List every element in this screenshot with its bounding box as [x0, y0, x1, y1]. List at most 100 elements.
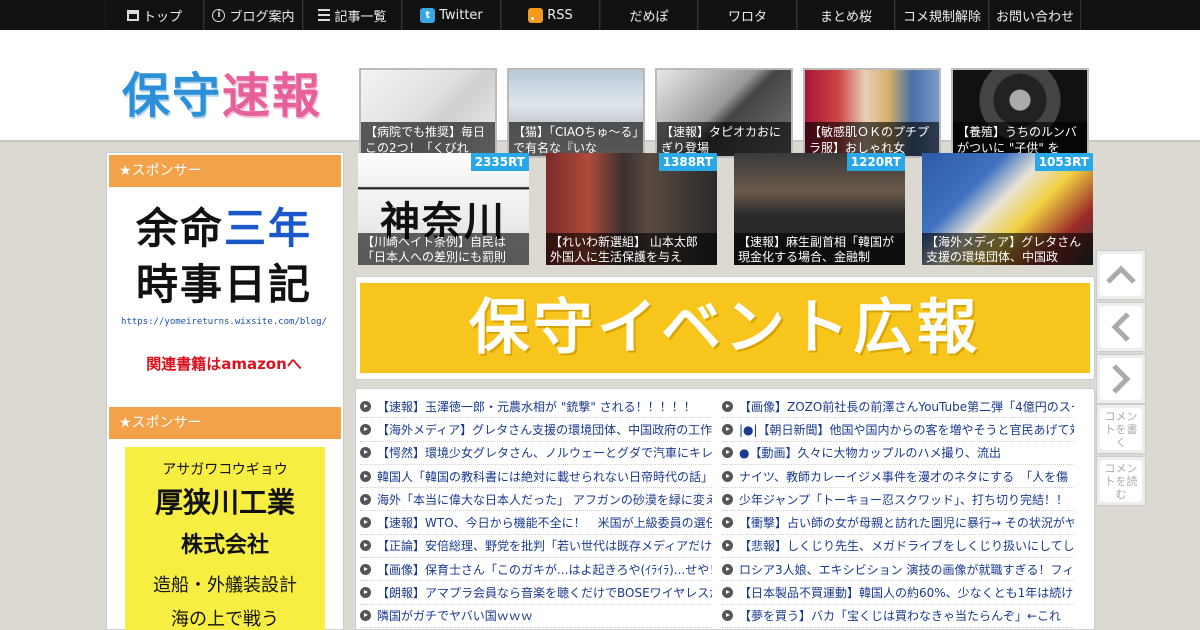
twitter-icon: t	[420, 7, 436, 23]
nav-label: Twitter	[439, 7, 483, 23]
nav-item-warota[interactable]: ワロタ	[698, 0, 797, 30]
sponsor-ad-yomei[interactable]: 余命三年 時事日記 https://yomeireturns.wixsite.c…	[119, 201, 329, 374]
next-article-button[interactable]	[1096, 354, 1146, 404]
news-row[interactable]: 【衝撃】占い師の女が母親と訪れた園児に暴行→ その状況がヤ	[722, 511, 1074, 535]
thumb-caption: 【猫】「CIAOちゅ〜る」で有名な『いな	[509, 122, 643, 156]
news-link[interactable]: 【愕然】環境少女グレタさん、ノルウェーとグダで汽車にキレるｗ	[377, 444, 712, 461]
thumb-caption: 【養殖】うちのルンバがついに "子供" を	[953, 122, 1087, 156]
nav-item-contact[interactable]: お問い合わせ	[989, 0, 1081, 30]
bullet-arrow-icon	[360, 447, 371, 459]
bullet-arrow-icon	[722, 540, 733, 552]
nav-item-comment-unblock[interactable]: コメ規制解除	[895, 0, 989, 30]
read-comment-button[interactable]: コメントを読む	[1096, 456, 1146, 506]
nav-item-twitter[interactable]: t Twitter	[402, 0, 501, 30]
ad-slogan: 海の上で戦う	[171, 609, 279, 630]
nav-item-blog-guide[interactable]: i ブログ案内	[204, 0, 303, 30]
prev-article-button[interactable]	[1096, 302, 1146, 352]
news-row[interactable]: 海外「本当に偉大な日本人だった」 アフガンの砂漠を緑に変え	[360, 488, 712, 512]
bullet-arrow-icon	[360, 563, 371, 575]
news-link[interactable]: ロシア3人娘、エキシビション 演技の画像が就職すぎる！フィ	[739, 561, 1074, 578]
news-link[interactable]: 【夢を買う】バカ「宝くじは買わなきゃ当たらんぞ」←これ	[739, 607, 1061, 624]
bullet-arrow-icon	[722, 610, 733, 622]
news-row[interactable]: 【悲報】しくじり先生、メガドライブをしくじり扱いにしてし	[722, 535, 1074, 559]
news-row[interactable]: |●|【朝日新聞】他国や国内からの客を増やそうと官民あげて対	[722, 418, 1074, 442]
ad-amazon-link[interactable]: 関連書籍はamazonへ	[119, 353, 329, 374]
news-link[interactable]: 韓国人「韓国の教科書には絶対に載せられない日帝時代の話」	[377, 468, 712, 485]
news-row[interactable]: ナイツ、教師カレーイジメ事件を漫才のネタにする 「人を傷	[722, 465, 1074, 489]
news-row[interactable]: 【画像】保育士さん「このガキが...はよ起きろや(ｲﾗｲﾗ)...せや！	[360, 558, 712, 582]
write-comment-button[interactable]: コメントを書く	[1096, 404, 1146, 454]
header-thumb[interactable]: 【病院でも推奨】毎日この2つ！「くびれ	[359, 68, 497, 158]
news-row[interactable]: 【海外メディア】グレタさん支援の環境団体、中国政府の工作	[360, 418, 712, 442]
news-link[interactable]: 【海外メディア】グレタさん支援の環境団体、中国政府の工作	[377, 421, 712, 438]
ad-title-part: 三年	[224, 204, 313, 253]
thumb-caption: 【速報】タピオカおにぎり登場	[657, 122, 791, 156]
right-chevron-icon	[1100, 358, 1142, 400]
news-row[interactable]: ロシア3人娘、エキシビション 演技の画像が就職すぎる！フィ	[722, 558, 1074, 582]
event-banner[interactable]: 保守イベント広報	[360, 283, 1090, 373]
site-logo[interactable]: 保守速報	[122, 56, 322, 126]
news-row[interactable]: 【朗報】アマプラ会員なら音楽を聴くだけでBOSEワイヤレスが	[360, 581, 712, 605]
ad-service: 造船・外艤装設計	[153, 575, 297, 596]
news-link[interactable]: 【速報】玉澤徳一郎・元農水相が "銃撃" される！！！！！	[377, 398, 696, 415]
nav-label: まとめ桜	[819, 9, 872, 25]
news-row[interactable]: 隣国がガチでヤバい国ｗｗｗ	[360, 605, 712, 628]
featured-article[interactable]: 神奈川 2335RT 【川崎ヘイト条例】自民は「日本人への差別にも罰則	[358, 153, 529, 265]
featured-article[interactable]: 1220RT 【速報】麻生副首相「韓国が現金化する場合、金融制	[734, 153, 905, 265]
featured-article[interactable]: 1388RT 【れいわ新選組】 山本太郎 外国人に生活保護を与え	[546, 153, 717, 265]
news-link[interactable]: 【朗報】アマプラ会員なら音楽を聴くだけでBOSEワイヤレスが	[377, 584, 712, 601]
ad-title-line2: 時事日記	[135, 260, 312, 309]
news-link[interactable]: 【日本製品不買運動】韓国人の約60%、少なくとも1年は続ける	[739, 584, 1074, 601]
header-thumb[interactable]: 【敏感肌ＯＫのプチプラ服】おしゃれ女	[803, 68, 941, 158]
news-row[interactable]: 【速報】玉澤徳一郎・元農水相が "銃撃" される！！！！！	[360, 395, 712, 419]
nav-item-top[interactable]: トップ	[105, 0, 204, 30]
news-link[interactable]: 【悲報】しくじり先生、メガドライブをしくじり扱いにしてし	[739, 537, 1074, 554]
featured-article[interactable]: 1053RT 【海外メディア】グレタさん支援の環境団体、中国政	[922, 153, 1093, 265]
nav-item-article-list[interactable]: 記事一覧	[303, 0, 402, 30]
logo-text-part2: 速報	[222, 68, 323, 124]
list-icon	[318, 9, 331, 21]
scroll-top-button[interactable]	[1096, 250, 1146, 300]
header-thumb[interactable]: 【速報】タピオカおにぎり登場	[655, 68, 793, 158]
news-column-left: 【速報】玉澤徳一郎・元農水相が "銃撃" される！！！！！ 【海外メディア】グレタ…	[360, 395, 712, 628]
news-link[interactable]: ナイツ、教師カレーイジメ事件を漫才のネタにする 「人を傷	[739, 468, 1068, 485]
news-link[interactable]: 【速報】WTO、今日から機能不全に！ 米国が上級委員の選任	[377, 514, 712, 531]
featured-caption: 【速報】麻生副首相「韓国が現金化する場合、金融制	[734, 233, 905, 265]
header-thumb[interactable]: 【猫】「CIAOちゅ〜る」で有名な『いな	[507, 68, 645, 158]
bullet-arrow-icon	[722, 470, 733, 482]
sponsor-ad-asagawa[interactable]: アサガワコウギョウ 厚狭川工業 株式会社 造船・外艤装設計 海の上で戦う	[125, 447, 325, 630]
read-comment-label: コメントを読む	[1100, 460, 1142, 502]
news-link[interactable]: |●|【朝日新聞】他国や国内からの客を増やそうと官民あげて対	[739, 421, 1074, 438]
news-link[interactable]: 少年ジャンプ「トーキョー忍スクワッド」、打ち切り完結！！	[739, 491, 1068, 508]
news-link[interactable]: 【正論】安倍総理、野党を批判「若い世代は既存メディアだけ	[377, 537, 712, 554]
bullet-arrow-icon	[360, 493, 371, 505]
news-row[interactable]: ●【動画】久々に大物カップルのハメ撮り、流出	[722, 442, 1074, 465]
nav-item-matome-sakura[interactable]: まとめ桜	[797, 0, 895, 30]
news-row[interactable]: 【愕然】環境少女グレタさん、ノルウェーとグダで汽車にキレるｗ	[360, 442, 712, 465]
bullet-arrow-icon	[722, 587, 733, 599]
news-row[interactable]: 韓国人「韓国の教科書には絶対に載せられない日帝時代の話」	[360, 465, 712, 489]
news-link[interactable]: 隣国がガチでヤバい国ｗｗｗ	[377, 607, 533, 624]
bullet-arrow-icon	[360, 587, 371, 599]
retweet-count-badge: 1388RT	[658, 153, 717, 171]
news-row[interactable]: 【画像】ZOZO前社長の前澤さんYouTube第二弾「4億円のスー	[722, 395, 1074, 419]
nav-label: だめぽ	[629, 9, 669, 25]
nav-item-damepo[interactable]: だめぽ	[600, 0, 698, 30]
nav-label: 記事一覧	[334, 9, 387, 25]
news-row[interactable]: 少年ジャンプ「トーキョー忍スクワッド」、打ち切り完結！！	[722, 488, 1074, 512]
rss-icon	[528, 7, 544, 23]
nav-item-rss[interactable]: RSS	[501, 0, 600, 30]
news-link[interactable]: 海外「本当に偉大な日本人だった」 アフガンの砂漠を緑に変え	[377, 491, 712, 508]
bullet-arrow-icon	[360, 423, 371, 435]
sponsor-heading: ★スポンサー	[109, 407, 341, 439]
bullet-arrow-icon	[722, 423, 733, 435]
news-link[interactable]: 【衝撃】占い師の女が母親と訪れた園児に暴行→ その状況がヤ	[739, 514, 1074, 531]
news-row[interactable]: 【正論】安倍総理、野党を批判「若い世代は既存メディアだけ	[360, 535, 712, 559]
news-link[interactable]: ●【動画】久々に大物カップルのハメ撮り、流出	[739, 444, 1001, 461]
news-link[interactable]: 【画像】ZOZO前社長の前澤さんYouTube第二弾「4億円のスー	[739, 398, 1074, 415]
header-thumb[interactable]: 【養殖】うちのルンバがついに "子供" を	[951, 68, 1089, 158]
news-row[interactable]: 【日本製品不買運動】韓国人の約60%、少なくとも1年は続ける	[722, 581, 1074, 605]
news-row[interactable]: 【夢を買う】バカ「宝くじは買わなきゃ当たらんぞ」←これ	[722, 605, 1074, 628]
news-row[interactable]: 【速報】WTO、今日から機能不全に！ 米国が上級委員の選任	[360, 511, 712, 535]
news-link[interactable]: 【画像】保育士さん「このガキが...はよ起きろや(ｲﾗｲﾗ)...せや！	[377, 561, 712, 578]
